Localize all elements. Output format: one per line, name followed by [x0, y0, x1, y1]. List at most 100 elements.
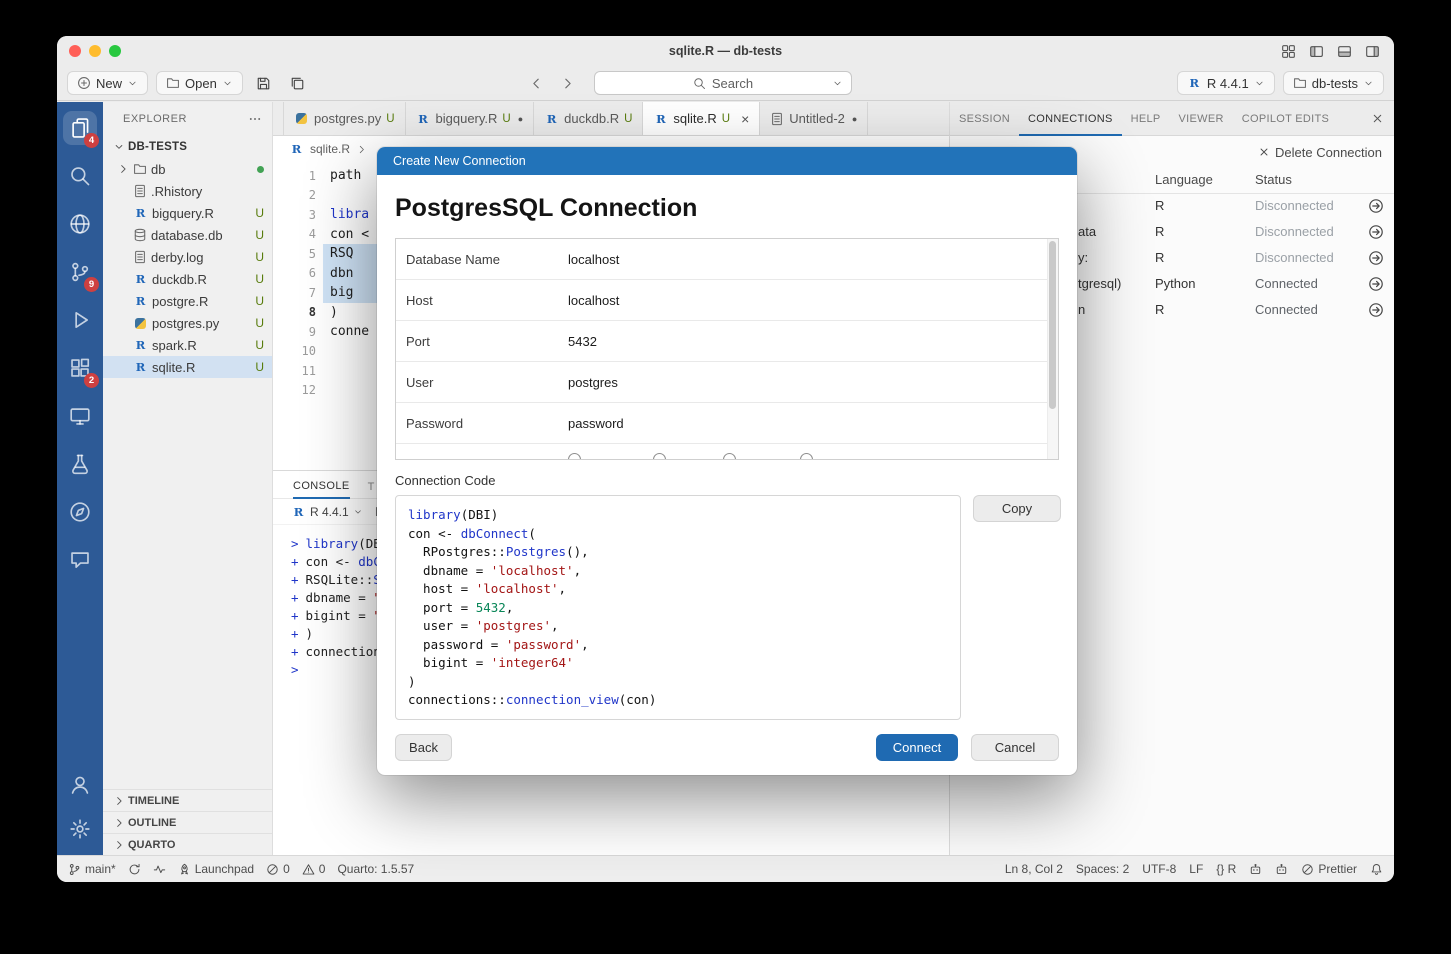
radio-button-icon[interactable] — [723, 453, 736, 460]
activitybar-devices-button[interactable] — [57, 392, 103, 440]
field-value[interactable]: password — [568, 416, 624, 431]
zoom-window-button[interactable] — [109, 45, 121, 57]
copilot-a-button[interactable] — [1249, 863, 1262, 876]
r-session-selector[interactable]: R R 4.4.1 — [1177, 71, 1275, 95]
open-connection-icon[interactable] — [1368, 250, 1384, 266]
explorer-item-postgres.py[interactable]: postgres.pyU — [103, 312, 272, 334]
delete-connection-button[interactable]: Delete Connection — [1275, 145, 1382, 160]
sync-button[interactable] — [128, 863, 141, 876]
eol-indicator[interactable]: LF — [1189, 862, 1203, 876]
window-grid-icon[interactable] — [1281, 44, 1296, 59]
explorer-item-derby.log[interactable]: derby.logU — [103, 246, 272, 268]
editor-tab-bigquery.R[interactable]: Rbigquery.RU● — [406, 102, 535, 135]
editor-tab-sqlite.R[interactable]: Rsqlite.RU× — [643, 102, 760, 135]
activitybar-extensions-button[interactable]: 2 — [57, 344, 103, 392]
section-quarto[interactable]: QUARTO — [103, 833, 272, 855]
errors-indicator[interactable]: 0 — [266, 862, 290, 876]
warnings-indicator[interactable]: 0 — [302, 862, 326, 876]
launchpad-button[interactable]: Launchpad — [178, 862, 254, 876]
close-panel-icon[interactable] — [1371, 112, 1384, 125]
explorer-item-db[interactable]: db — [103, 158, 272, 180]
console-r-session[interactable]: R R 4.4.1 — [291, 505, 363, 519]
layout-sidebar-left-icon[interactable] — [1309, 44, 1324, 59]
layout-sidebar-right-icon[interactable] — [1365, 44, 1380, 59]
field-value[interactable]: localhost — [568, 293, 619, 308]
chevron-down-icon — [832, 78, 843, 89]
save-all-button[interactable] — [285, 71, 311, 95]
section-timeline[interactable]: TIMELINE — [103, 789, 272, 811]
back-button[interactable] — [529, 76, 544, 91]
quarto-version[interactable]: Quarto: 1.5.57 — [337, 862, 414, 876]
activitybar-files-button[interactable]: 4 — [57, 104, 103, 152]
activitybar-source-control-button[interactable]: 9 — [57, 248, 103, 296]
copy-button[interactable]: Copy — [973, 495, 1061, 522]
connect-button[interactable]: Connect — [876, 734, 958, 761]
open-connection-icon[interactable] — [1368, 276, 1384, 292]
activitybar-beaker-button[interactable] — [57, 440, 103, 488]
file-name: spark.R — [152, 338, 247, 353]
open-button[interactable]: Open — [156, 71, 243, 95]
activitybar-compass-button[interactable] — [57, 488, 103, 536]
activitybar-account-button[interactable] — [57, 763, 103, 807]
panel-tab-copilot-edits[interactable]: COPILOT EDITS — [1233, 102, 1338, 136]
open-connection-icon[interactable] — [1368, 302, 1384, 318]
activitybar-feedback-button[interactable] — [57, 536, 103, 584]
explorer-item-database.db[interactable]: database.dbU — [103, 224, 272, 246]
field-value[interactable]: postgres — [568, 375, 618, 390]
activitybar-gear-button[interactable] — [57, 807, 103, 851]
scrollbar-thumb[interactable] — [1049, 241, 1056, 409]
open-connection-icon[interactable] — [1368, 224, 1384, 240]
panel-tab-viewer[interactable]: VIEWER — [1170, 102, 1233, 136]
copilot-b-button[interactable] — [1275, 863, 1288, 876]
radio-button-icon[interactable] — [568, 453, 581, 460]
field-value[interactable]: 5432 — [568, 334, 597, 349]
language-mode[interactable]: {} R — [1216, 862, 1236, 876]
open-connection-icon[interactable] — [1368, 198, 1384, 214]
explorer-root-folder[interactable]: DB-TESTS — [103, 136, 272, 158]
encoding[interactable]: UTF-8 — [1142, 862, 1176, 876]
save-button[interactable] — [251, 71, 277, 95]
new-button[interactable]: New — [67, 71, 148, 95]
forward-button[interactable] — [560, 76, 575, 91]
dialog-titlebar[interactable]: Create New Connection — [377, 147, 1077, 175]
back-button[interactable]: Back — [395, 734, 452, 761]
panel-tab-session[interactable]: SESSION — [950, 102, 1019, 136]
titlebar[interactable]: sqlite.R — db-tests — [57, 36, 1394, 66]
explorer-item-postgre.R[interactable]: Rpostgre.RU — [103, 290, 272, 312]
minimize-window-button[interactable] — [89, 45, 101, 57]
explorer-item-spark.R[interactable]: Rspark.RU — [103, 334, 272, 356]
cancel-button[interactable]: Cancel — [971, 734, 1059, 761]
prettier-indicator[interactable]: Prettier — [1301, 862, 1357, 876]
tab-terminal-partial[interactable]: T — [368, 481, 375, 498]
more-actions-icon[interactable] — [248, 112, 262, 126]
activitybar-search-button[interactable] — [57, 152, 103, 200]
branch-indicator[interactable]: main* — [68, 862, 116, 876]
editor-tab-Untitled-2[interactable]: Untitled-2● — [760, 102, 868, 135]
layout-panel-bottom-icon[interactable] — [1337, 44, 1352, 59]
activitybar-run-button[interactable] — [57, 296, 103, 344]
notifications-bell[interactable] — [1370, 863, 1383, 876]
code-line: user = 'postgres', — [408, 617, 948, 636]
explorer-item-.Rhistory[interactable]: .Rhistory — [103, 180, 272, 202]
activitybar-globe-button[interactable] — [57, 200, 103, 248]
activity-button[interactable] — [153, 863, 166, 876]
tab-console[interactable]: CONSOLE — [293, 480, 350, 499]
cursor-position[interactable]: Ln 8, Col 2 — [1005, 862, 1063, 876]
section-outline[interactable]: OUTLINE — [103, 811, 272, 833]
editor-tab-duckdb.R[interactable]: Rduckdb.RU — [534, 102, 643, 135]
panel-tab-help[interactable]: HELP — [1122, 102, 1170, 136]
close-window-button[interactable] — [69, 45, 81, 57]
explorer-item-sqlite.R[interactable]: Rsqlite.RU — [103, 356, 272, 378]
explorer-item-bigquery.R[interactable]: Rbigquery.RU — [103, 202, 272, 224]
form-scrollbar[interactable] — [1047, 239, 1058, 459]
radio-button-icon[interactable] — [653, 453, 666, 460]
field-value[interactable]: localhost — [568, 252, 619, 267]
radio-button-icon[interactable] — [800, 453, 813, 460]
close-tab-icon[interactable]: × — [741, 112, 749, 126]
editor-tab-postgres.py[interactable]: postgres.pyU — [283, 102, 406, 135]
search-input[interactable]: Search — [594, 71, 852, 95]
indentation[interactable]: Spaces: 2 — [1076, 862, 1129, 876]
explorer-item-duckdb.R[interactable]: Rduckdb.RU — [103, 268, 272, 290]
workspace-selector[interactable]: db-tests — [1283, 71, 1384, 95]
panel-tab-connections[interactable]: CONNECTIONS — [1019, 102, 1122, 136]
